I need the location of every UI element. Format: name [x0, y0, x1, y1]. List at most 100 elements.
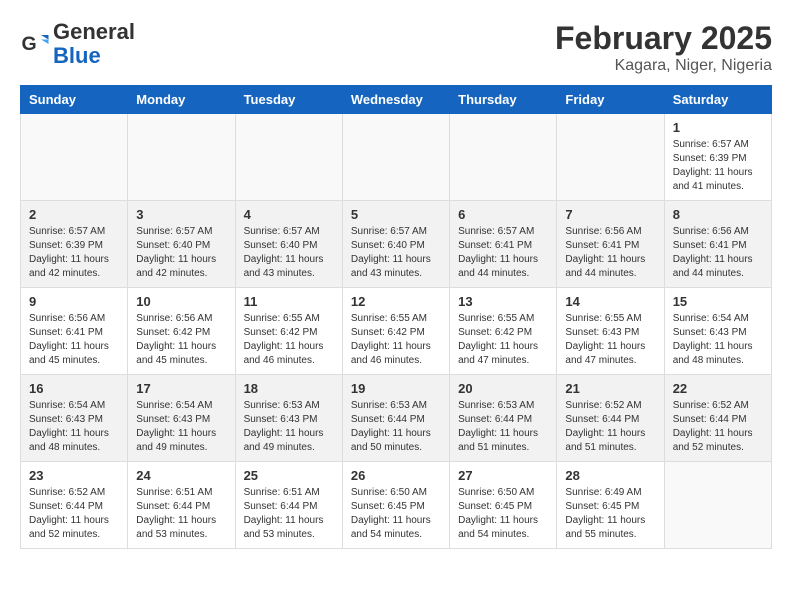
calendar-week-row: 16 Sunrise: 6:54 AMSunset: 6:43 PMDayligh… — [21, 375, 772, 462]
calendar-cell: 10 Sunrise: 6:56 AMSunset: 6:42 PMDayligh… — [128, 288, 235, 375]
calendar-cell: 5 Sunrise: 6:57 AMSunset: 6:40 PMDaylight… — [342, 201, 449, 288]
day-info: Sunrise: 6:54 AMSunset: 6:43 PMDaylight:… — [29, 399, 119, 455]
page-subtitle: Kagara, Niger, Nigeria — [555, 57, 772, 75]
day-info: Sunrise: 6:50 AMSunset: 6:45 PMDaylight:… — [458, 486, 548, 542]
day-header-sunday: Sunday — [21, 86, 128, 114]
day-info: Sunrise: 6:57 AMSunset: 6:39 PMDaylight:… — [673, 138, 763, 194]
calendar-cell: 22 Sunrise: 6:52 AMSunset: 6:44 PMDayligh… — [664, 375, 771, 462]
calendar-cell: 6 Sunrise: 6:57 AMSunset: 6:41 PMDaylight… — [450, 201, 557, 288]
day-header-saturday: Saturday — [664, 86, 771, 114]
calendar-cell: 16 Sunrise: 6:54 AMSunset: 6:43 PMDayligh… — [21, 375, 128, 462]
day-info: Sunrise: 6:57 AMSunset: 6:40 PMDaylight:… — [136, 225, 226, 281]
logo-text: General Blue — [53, 20, 135, 68]
calendar-cell — [450, 114, 557, 201]
day-number: 25 — [244, 468, 334, 483]
calendar-header-row: SundayMondayTuesdayWednesdayThursdayFrid… — [21, 86, 772, 114]
day-info: Sunrise: 6:54 AMSunset: 6:43 PMDaylight:… — [673, 312, 763, 368]
day-number: 21 — [565, 381, 655, 396]
day-number: 6 — [458, 207, 548, 222]
calendar-week-row: 2Sunrise: 6:57 AMSunset: 6:39 PMDaylight… — [21, 201, 772, 288]
day-number: 27 — [458, 468, 548, 483]
day-number: 10 — [136, 294, 226, 309]
calendar-cell: 2Sunrise: 6:57 AMSunset: 6:39 PMDaylight… — [21, 201, 128, 288]
day-info: Sunrise: 6:55 AMSunset: 6:42 PMDaylight:… — [458, 312, 548, 368]
calendar-cell — [21, 114, 128, 201]
day-number: 28 — [565, 468, 655, 483]
day-number: 22 — [673, 381, 763, 396]
day-header-friday: Friday — [557, 86, 664, 114]
calendar-cell: 15 Sunrise: 6:54 AMSunset: 6:43 PMDayligh… — [664, 288, 771, 375]
calendar-cell: 18 Sunrise: 6:53 AMSunset: 6:43 PMDayligh… — [235, 375, 342, 462]
day-number: 19 — [351, 381, 441, 396]
day-number: 11 — [244, 294, 334, 309]
day-info: Sunrise: 6:56 AMSunset: 6:41 PMDaylight:… — [673, 225, 763, 281]
calendar-week-row: 23 Sunrise: 6:52 AMSunset: 6:44 PMDayligh… — [21, 462, 772, 549]
day-number: 4 — [244, 207, 334, 222]
day-number: 18 — [244, 381, 334, 396]
day-number: 16 — [29, 381, 119, 396]
day-info: Sunrise: 6:55 AMSunset: 6:42 PMDaylight:… — [244, 312, 334, 368]
day-header-tuesday: Tuesday — [235, 86, 342, 114]
day-info: Sunrise: 6:53 AMSunset: 6:43 PMDaylight:… — [244, 399, 334, 455]
calendar-cell — [557, 114, 664, 201]
day-number: 24 — [136, 468, 226, 483]
logo-icon: G — [20, 29, 50, 59]
day-number: 1 — [673, 120, 763, 135]
page-title: February 2025 — [555, 20, 772, 57]
day-info: Sunrise: 6:52 AMSunset: 6:44 PMDaylight:… — [565, 399, 655, 455]
calendar-cell: 26 Sunrise: 6:50 AMSunset: 6:45 PMDayligh… — [342, 462, 449, 549]
day-number: 15 — [673, 294, 763, 309]
calendar-cell: 28Sunrise: 6:49 AMSunset: 6:45 PMDayligh… — [557, 462, 664, 549]
day-info: Sunrise: 6:55 AMSunset: 6:43 PMDaylight:… — [565, 312, 655, 368]
calendar-cell: 19 Sunrise: 6:53 AMSunset: 6:44 PMDayligh… — [342, 375, 449, 462]
day-number: 5 — [351, 207, 441, 222]
calendar-cell — [342, 114, 449, 201]
calendar-cell: 20 Sunrise: 6:53 AMSunset: 6:44 PMDayligh… — [450, 375, 557, 462]
calendar-cell — [235, 114, 342, 201]
calendar-cell: 21 Sunrise: 6:52 AMSunset: 6:44 PMDayligh… — [557, 375, 664, 462]
day-number: 7 — [565, 207, 655, 222]
day-number: 12 — [351, 294, 441, 309]
day-info: Sunrise: 6:57 AMSunset: 6:40 PMDaylight:… — [244, 225, 334, 281]
calendar-cell: 24 Sunrise: 6:51 AMSunset: 6:44 PMDayligh… — [128, 462, 235, 549]
calendar-cell — [128, 114, 235, 201]
day-info: Sunrise: 6:56 AMSunset: 6:41 PMDaylight:… — [29, 312, 119, 368]
title-block: February 2025 Kagara, Niger, Nigeria — [555, 20, 772, 75]
day-number: 26 — [351, 468, 441, 483]
calendar-cell: 17Sunrise: 6:54 AMSunset: 6:43 PMDayligh… — [128, 375, 235, 462]
day-number: 2 — [29, 207, 119, 222]
day-number: 14 — [565, 294, 655, 309]
day-info: Sunrise: 6:50 AMSunset: 6:45 PMDaylight:… — [351, 486, 441, 542]
calendar-cell: 7 Sunrise: 6:56 AMSunset: 6:41 PMDaylight… — [557, 201, 664, 288]
day-info: Sunrise: 6:57 AMSunset: 6:41 PMDaylight:… — [458, 225, 548, 281]
day-number: 9 — [29, 294, 119, 309]
day-info: Sunrise: 6:52 AMSunset: 6:44 PMDaylight:… — [29, 486, 119, 542]
day-info: Sunrise: 6:57 AMSunset: 6:40 PMDaylight:… — [351, 225, 441, 281]
day-number: 23 — [29, 468, 119, 483]
calendar-cell — [664, 462, 771, 549]
day-info: Sunrise: 6:52 AMSunset: 6:44 PMDaylight:… — [673, 399, 763, 455]
calendar-cell: 4 Sunrise: 6:57 AMSunset: 6:40 PMDaylight… — [235, 201, 342, 288]
calendar-table: SundayMondayTuesdayWednesdayThursdayFrid… — [20, 85, 772, 549]
day-info: Sunrise: 6:51 AMSunset: 6:44 PMDaylight:… — [136, 486, 226, 542]
day-info: Sunrise: 6:56 AMSunset: 6:41 PMDaylight:… — [565, 225, 655, 281]
logo: G General Blue — [20, 20, 135, 68]
day-info: Sunrise: 6:55 AMSunset: 6:42 PMDaylight:… — [351, 312, 441, 368]
calendar-cell: 3Sunrise: 6:57 AMSunset: 6:40 PMDaylight… — [128, 201, 235, 288]
day-number: 20 — [458, 381, 548, 396]
day-number: 13 — [458, 294, 548, 309]
calendar-cell: 12 Sunrise: 6:55 AMSunset: 6:42 PMDayligh… — [342, 288, 449, 375]
day-header-thursday: Thursday — [450, 86, 557, 114]
day-number: 17 — [136, 381, 226, 396]
calendar-cell: 27 Sunrise: 6:50 AMSunset: 6:45 PMDayligh… — [450, 462, 557, 549]
day-info: Sunrise: 6:53 AMSunset: 6:44 PMDaylight:… — [458, 399, 548, 455]
page-header: G General Blue February 2025 Kagara, Nig… — [20, 20, 772, 75]
svg-text:G: G — [22, 33, 37, 55]
calendar-cell: 11 Sunrise: 6:55 AMSunset: 6:42 PMDayligh… — [235, 288, 342, 375]
day-header-wednesday: Wednesday — [342, 86, 449, 114]
day-info: Sunrise: 6:56 AMSunset: 6:42 PMDaylight:… — [136, 312, 226, 368]
day-info: Sunrise: 6:53 AMSunset: 6:44 PMDaylight:… — [351, 399, 441, 455]
calendar-cell: 8Sunrise: 6:56 AMSunset: 6:41 PMDaylight… — [664, 201, 771, 288]
calendar-cell: 9 Sunrise: 6:56 AMSunset: 6:41 PMDaylight… — [21, 288, 128, 375]
calendar-cell: 13 Sunrise: 6:55 AMSunset: 6:42 PMDayligh… — [450, 288, 557, 375]
